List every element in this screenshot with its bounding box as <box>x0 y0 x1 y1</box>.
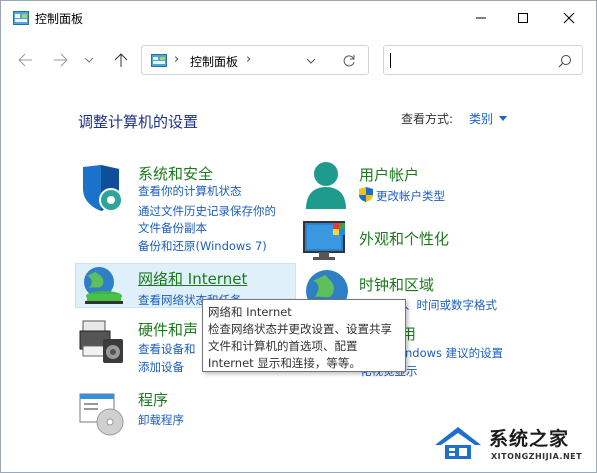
tooltip-line: Internet 显示和连接，等等。 <box>208 356 361 370</box>
tooltip-line: 文件和计算机的首选项、配置 <box>208 339 358 353</box>
forward-button[interactable] <box>49 48 73 72</box>
close-icon <box>563 12 575 24</box>
tooltip-title: 网络和 Internet <box>208 305 292 319</box>
text-caret <box>390 53 391 68</box>
breadcrumb-separator[interactable]: › <box>246 52 251 67</box>
category-user-accounts[interactable]: 用户帐户 <box>359 164 419 185</box>
forward-arrow-icon <box>54 53 68 67</box>
control-panel-icon <box>13 11 29 25</box>
content-area: 调整计算机的设置 查看方式: 类别 系统和安全 查看你的计算机状态 通过文件历史… <box>1 91 596 472</box>
link-file-history[interactable]: 通过文件历史记录保存你的 <box>138 203 276 219</box>
maximize-button[interactable] <box>500 1 546 35</box>
address-dropdown-icon[interactable] <box>306 57 316 65</box>
up-arrow-icon <box>114 53 128 67</box>
appearance-icon <box>303 221 345 260</box>
category-system-security[interactable]: 系统和安全 <box>138 163 213 184</box>
control-panel-window: 控制面板 › 控制面板 › 调整计算机的设置 查看方式: 类别 系统和安全 查看… <box>0 0 597 473</box>
watermark-logo: 系统之家 XITONGZHIJIA.NET <box>429 419 597 471</box>
link-backup-restore[interactable]: 备份和还原(Windows 7) <box>138 238 267 254</box>
link-uninstall-program[interactable]: 卸载程序 <box>138 412 184 428</box>
recent-locations-button[interactable] <box>81 48 97 72</box>
page-heading: 调整计算机的设置 <box>78 113 199 131</box>
link-file-backup-copy[interactable]: 文件备份副本 <box>138 220 207 236</box>
programs-icon <box>79 393 124 436</box>
breadcrumb-separator[interactable]: › <box>174 52 179 67</box>
link-view-computer-status[interactable]: 查看你的计算机状态 <box>138 183 242 199</box>
view-by-label: 查看方式: <box>401 112 454 126</box>
maximize-icon <box>518 13 528 23</box>
printer-speaker-icon <box>79 320 123 363</box>
control-panel-icon <box>151 54 167 67</box>
watermark-url: XITONGZHIJIA.NET <box>491 452 583 461</box>
refresh-icon[interactable] <box>342 54 356 68</box>
category-clock-region[interactable]: 时钟和区域 <box>359 274 434 295</box>
link-add-device[interactable]: 添加设备 <box>138 359 184 375</box>
link-change-account-type[interactable]: 更改帐户类型 <box>376 188 445 204</box>
link-view-devices[interactable]: 查看设备和 <box>138 341 196 357</box>
close-button[interactable] <box>546 1 592 35</box>
search-box[interactable] <box>383 45 583 75</box>
search-icon[interactable] <box>558 54 572 68</box>
minimize-button[interactable] <box>458 1 504 35</box>
category-appearance-personalization[interactable]: 外观和个性化 <box>359 228 449 249</box>
breadcrumb-control-panel[interactable]: 控制面板 <box>190 53 238 70</box>
up-button[interactable] <box>109 48 133 72</box>
category-network-internet[interactable]: 网络和 Internet <box>138 268 247 289</box>
uac-shield-icon <box>359 187 373 202</box>
category-programs[interactable]: 程序 <box>138 389 168 410</box>
link-windows-recommended-settings[interactable]: ndows 建议的设置 <box>405 345 503 361</box>
search-input[interactable] <box>394 51 548 71</box>
network-tooltip: 网络和 Internet 检查网络状态并更改设置、设置共享 文件和计算机的首选项… <box>202 299 406 372</box>
minimize-icon <box>476 17 486 19</box>
shield-icon <box>83 165 123 212</box>
category-hardware-sound[interactable]: 硬件和声 <box>138 319 198 340</box>
address-bar[interactable]: › 控制面板 › <box>141 45 369 75</box>
view-by-dropdown[interactable]: 类别 <box>469 110 493 127</box>
user-icon <box>306 162 346 209</box>
back-button[interactable] <box>13 48 37 72</box>
globe-network-icon <box>84 267 123 304</box>
back-arrow-icon <box>18 53 32 67</box>
watermark-brand: 系统之家 <box>489 428 570 450</box>
window-title: 控制面板 <box>35 12 84 26</box>
house-logo-icon <box>435 427 481 459</box>
view-by-chevron-icon[interactable] <box>499 116 507 121</box>
tooltip-line: 检查网络状态并更改设置、设置共享 <box>208 322 392 336</box>
title-bar: 控制面板 <box>1 1 596 35</box>
chevron-down-icon <box>84 57 94 63</box>
